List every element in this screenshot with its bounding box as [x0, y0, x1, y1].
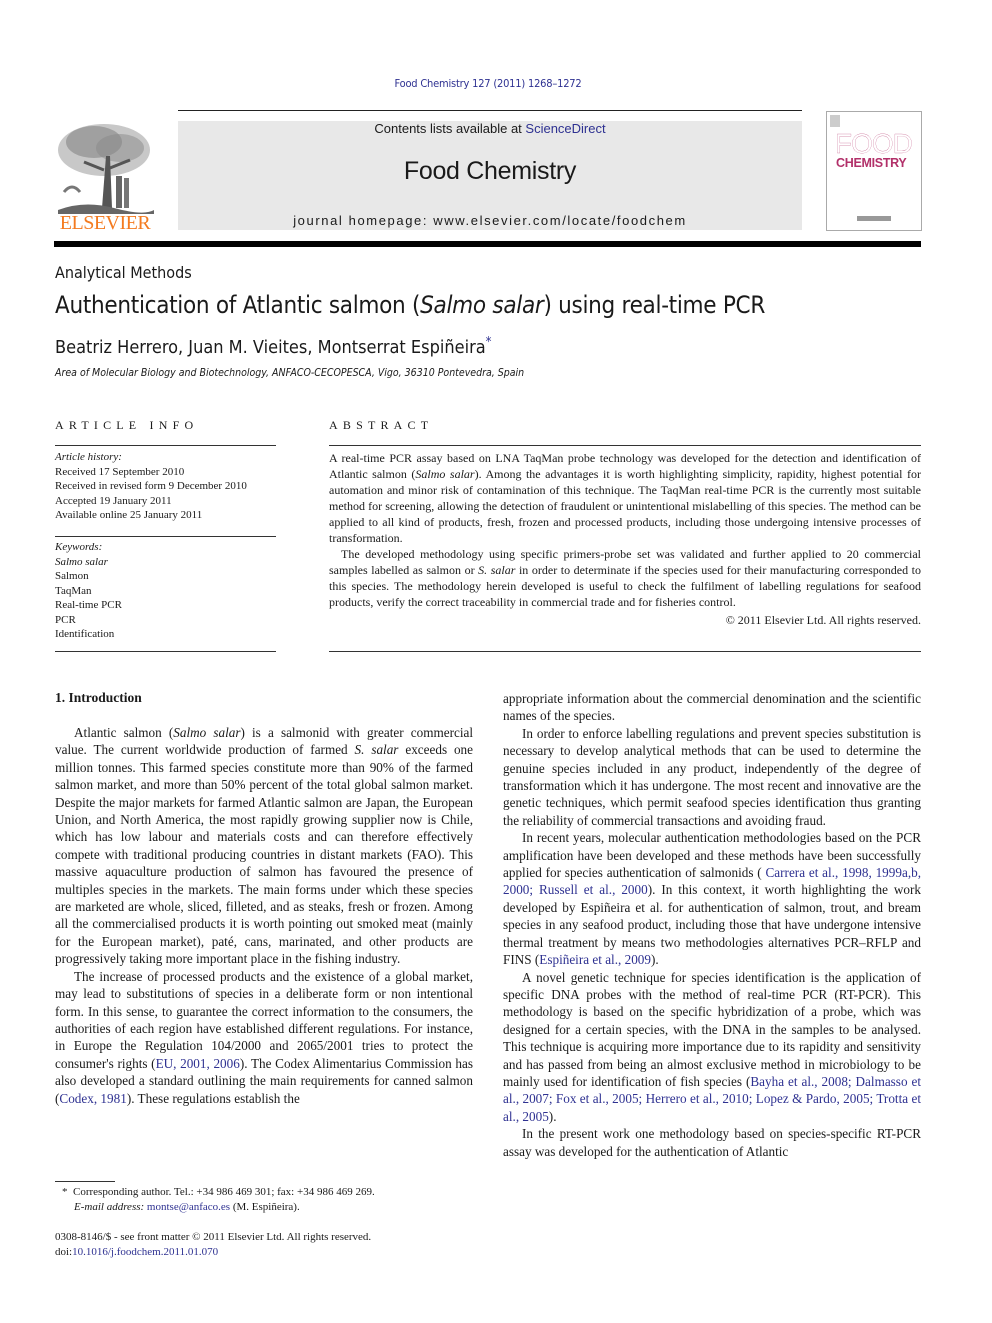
contents-prefix: Contents lists available at	[374, 121, 526, 136]
cover-publisher-mark	[857, 216, 891, 221]
tree-icon	[58, 124, 154, 214]
history-item: Accepted 19 January 2011	[55, 494, 172, 507]
keywords-list: Keywords: Salmo salar Salmon TaqMan Real…	[55, 540, 122, 642]
article-info-heading: ARTICLE INFO	[55, 418, 199, 432]
author-list: Beatriz Herrero, Juan M. Vieites, Montse…	[55, 335, 492, 358]
journal-name: Food Chemistry	[403, 157, 577, 185]
article-history: Article history: Received 17 September 2…	[55, 450, 247, 523]
body-paragraph: A novel genetic technique for species id…	[503, 969, 921, 1126]
email-owner: (M. Espiñeira).	[230, 1201, 300, 1213]
corresponding-author-footnote: * Corresponding author. Tel.: +34 986 46…	[62, 1185, 375, 1215]
abstract-heading: ABSTRACT	[329, 418, 434, 432]
text: ).	[548, 1108, 557, 1124]
elsevier-wordmark: ELSEVIER	[59, 212, 151, 234]
keyword: PCR	[55, 613, 76, 626]
divider	[329, 445, 921, 446]
body-paragraph: The increase of processed products and t…	[55, 968, 473, 1107]
header-rule	[178, 110, 802, 111]
citation-link[interactable]: EU, 2001, 2006	[156, 1056, 240, 1071]
species-name: S. salar	[354, 742, 399, 758]
footnote-rule	[55, 1181, 115, 1182]
species-name: Salmo salar	[173, 725, 241, 740]
front-matter-notice: 0308-8146/$ - see front matter © 2011 El…	[55, 1231, 372, 1243]
history-item: Received in revised form 9 December 2010	[55, 480, 247, 492]
history-item: Available online 25 January 2011	[55, 509, 203, 521]
history-item: Received 17 September 2010	[55, 465, 185, 478]
affiliation: Area of Molecular Biology and Biotechnol…	[55, 367, 525, 379]
text: A novel genetic technique for species id…	[503, 969, 921, 1089]
divider	[329, 651, 921, 652]
divider	[55, 445, 276, 446]
keyword: Real-time PCR	[55, 599, 122, 611]
doi-link[interactable]: 10.1016/j.foodchem.2011.01.070	[72, 1246, 218, 1258]
body-column-left: Atlantic salmon (Salmo salar) is a salmo…	[55, 724, 473, 1107]
keyword: Salmon	[55, 570, 89, 582]
text: ).	[650, 952, 659, 968]
email-label: E-mail address:	[74, 1201, 145, 1213]
keywords-label: Keywords:	[55, 541, 103, 553]
title-species: Salmo salar	[420, 291, 544, 319]
cover-title-chemistry: CHEMISTRY	[836, 156, 907, 170]
body-paragraph: Atlantic salmon (Salmo salar) is a salmo…	[55, 724, 473, 968]
article-title: Authentication of Atlantic salmon (Salmo…	[55, 291, 765, 319]
keyword: Salmo salar	[55, 555, 108, 568]
body-paragraph: appropriate information about the commer…	[503, 691, 921, 724]
body-paragraph: In order to enforce labelling regulation…	[503, 725, 921, 828]
species-name: S. salar	[478, 563, 516, 577]
journal-cover-thumbnail: FOOD CHEMISTRY	[826, 111, 922, 231]
history-label: Article history:	[55, 451, 122, 463]
journal-homepage-link[interactable]: journal homepage: www.elsevier.com/locat…	[178, 213, 802, 228]
header-thick-rule	[54, 241, 921, 247]
abstract-body: A real-time PCR assay based on LNA TaqMa…	[329, 450, 921, 628]
footnote-star: *	[62, 1186, 68, 1198]
citation-link[interactable]: Espiñeira et al., 2009	[539, 952, 651, 967]
cover-emblem-icon	[830, 115, 840, 127]
journal-citation-link[interactable]: Food Chemistry 127 (2011) 1268–1272	[0, 77, 976, 90]
corresponding-author-mark[interactable]: *	[486, 335, 492, 350]
text: exceeds one million tonnes. This farmed …	[55, 742, 474, 967]
email-link[interactable]: montse@anfaco.es	[147, 1201, 230, 1213]
species-name: Salmo salar	[415, 467, 475, 481]
citation-link[interactable]: Codex, 1981	[59, 1091, 126, 1106]
journal-masthead: Contents lists available at ScienceDirec…	[178, 121, 802, 230]
section-heading-introduction: 1. Introduction	[55, 690, 142, 705]
divider	[55, 536, 276, 537]
abstract-paragraph: The developed methodology using specific…	[329, 546, 921, 610]
keyword: Identification	[55, 628, 115, 640]
text: ). These regulations establish the	[126, 1090, 300, 1106]
body-paragraph: In recent years, molecular authenticatio…	[503, 829, 921, 968]
footnote-contact: Corresponding author. Tel.: +34 986 469 …	[73, 1186, 375, 1198]
body-column-right: appropriate information about the commer…	[503, 690, 921, 1160]
section-type: Analytical Methods	[55, 263, 192, 282]
front-matter: 0308-8146/$ - see front matter © 2011 El…	[55, 1230, 371, 1260]
divider	[55, 651, 276, 652]
body-paragraph: In the present work one methodology base…	[503, 1126, 921, 1159]
text: Atlantic salmon (	[74, 725, 174, 740]
contents-line: Contents lists available at ScienceDirec…	[178, 121, 802, 136]
title-part: Authentication of Atlantic salmon (	[55, 291, 421, 319]
sciencedirect-link[interactable]: ScienceDirect	[525, 121, 605, 136]
title-part: ) using real-time PCR	[543, 291, 766, 319]
doi-label: doi:	[55, 1246, 73, 1258]
authors-text: Beatriz Herrero, Juan M. Vieites, Montse…	[55, 337, 486, 358]
keyword: TaqMan	[55, 584, 92, 597]
abstract-paragraph: A real-time PCR assay based on LNA TaqMa…	[329, 450, 921, 546]
copyright-notice: © 2011 Elsevier Ltd. All rights reserved…	[725, 613, 921, 627]
